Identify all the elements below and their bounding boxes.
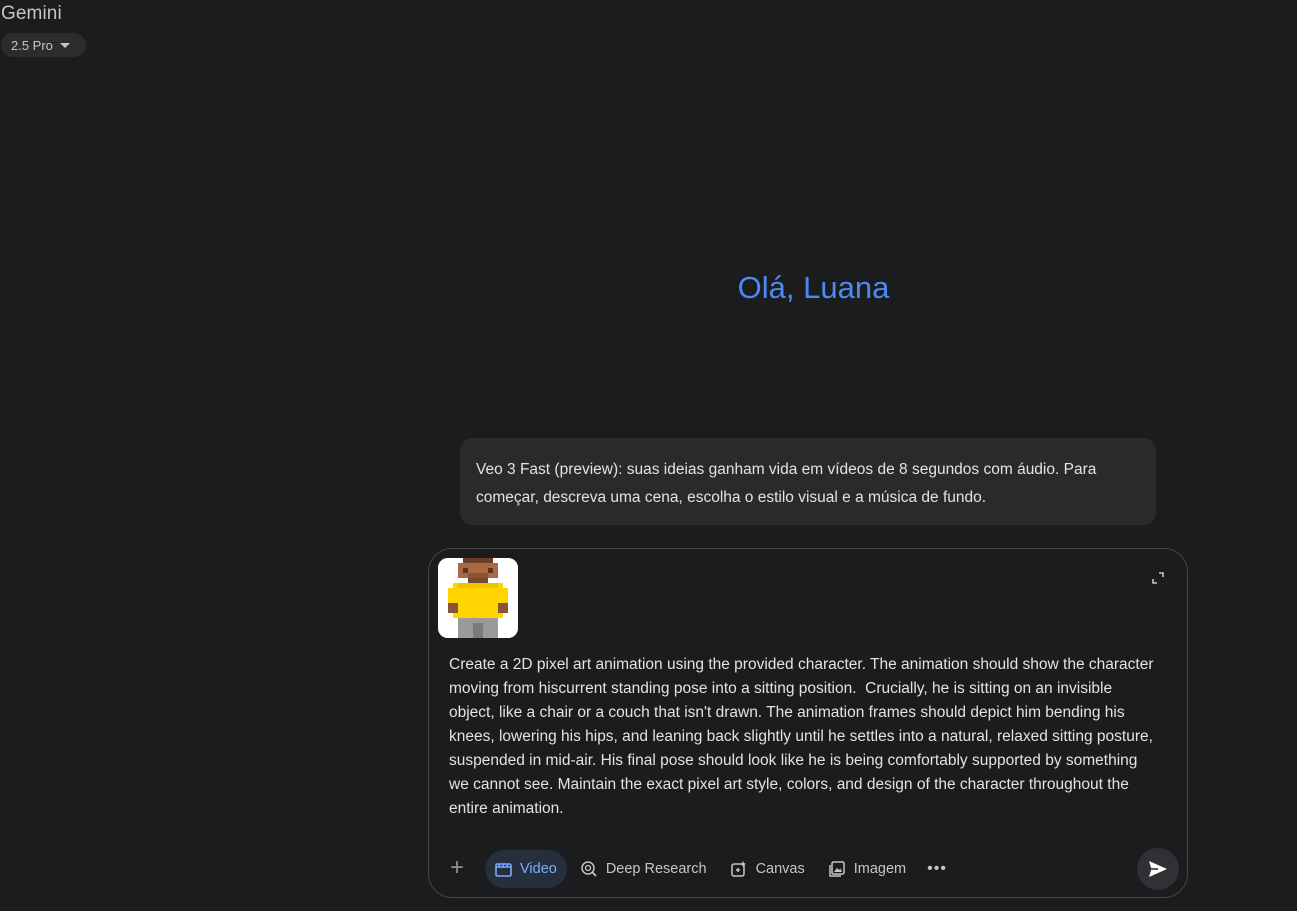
prompt-input[interactable]: Create a 2D pixel art animation using th…: [449, 653, 1154, 821]
deep-research-icon: [581, 861, 597, 877]
greeting: Olá, Luana: [737, 270, 890, 305]
info-card: Veo 3 Fast (preview): suas ideias ganham…: [460, 438, 1156, 525]
image-icon: [829, 861, 845, 877]
model-picker[interactable]: 2.5 Pro: [1, 33, 86, 57]
tool-image-label: Imagem: [853, 861, 907, 877]
attachment-thumbnail[interactable]: [438, 558, 518, 638]
canvas-icon: [730, 861, 746, 877]
tool-deep-research-label: Deep Research: [605, 861, 707, 877]
app-title: Gemini: [1, 3, 62, 24]
chevron-down-icon: [59, 42, 70, 48]
prompt-composer: Create a 2D pixel art animation using th…: [428, 548, 1188, 898]
more-icon[interactable]: •••: [927, 860, 947, 878]
expand-icon[interactable]: [1149, 569, 1167, 587]
send-button[interactable]: [1137, 848, 1179, 890]
add-icon[interactable]: +: [445, 856, 469, 881]
tool-canvas-label: Canvas: [755, 861, 805, 877]
tool-deep-research-button[interactable]: Deep Research: [570, 850, 717, 888]
tool-image-button[interactable]: Imagem: [818, 850, 916, 888]
tool-video-button[interactable]: Video: [485, 850, 567, 888]
video-icon: [495, 862, 512, 877]
send-icon: [1149, 861, 1167, 877]
model-picker-label: 2.5 Pro: [11, 37, 53, 53]
tools-toolbar: + Video Deep Research Canvas Imagem •••: [445, 849, 1187, 889]
tool-canvas-button[interactable]: Canvas: [720, 850, 815, 888]
tool-video-label: Video: [520, 861, 557, 877]
pixel-character-icon: [438, 558, 518, 638]
